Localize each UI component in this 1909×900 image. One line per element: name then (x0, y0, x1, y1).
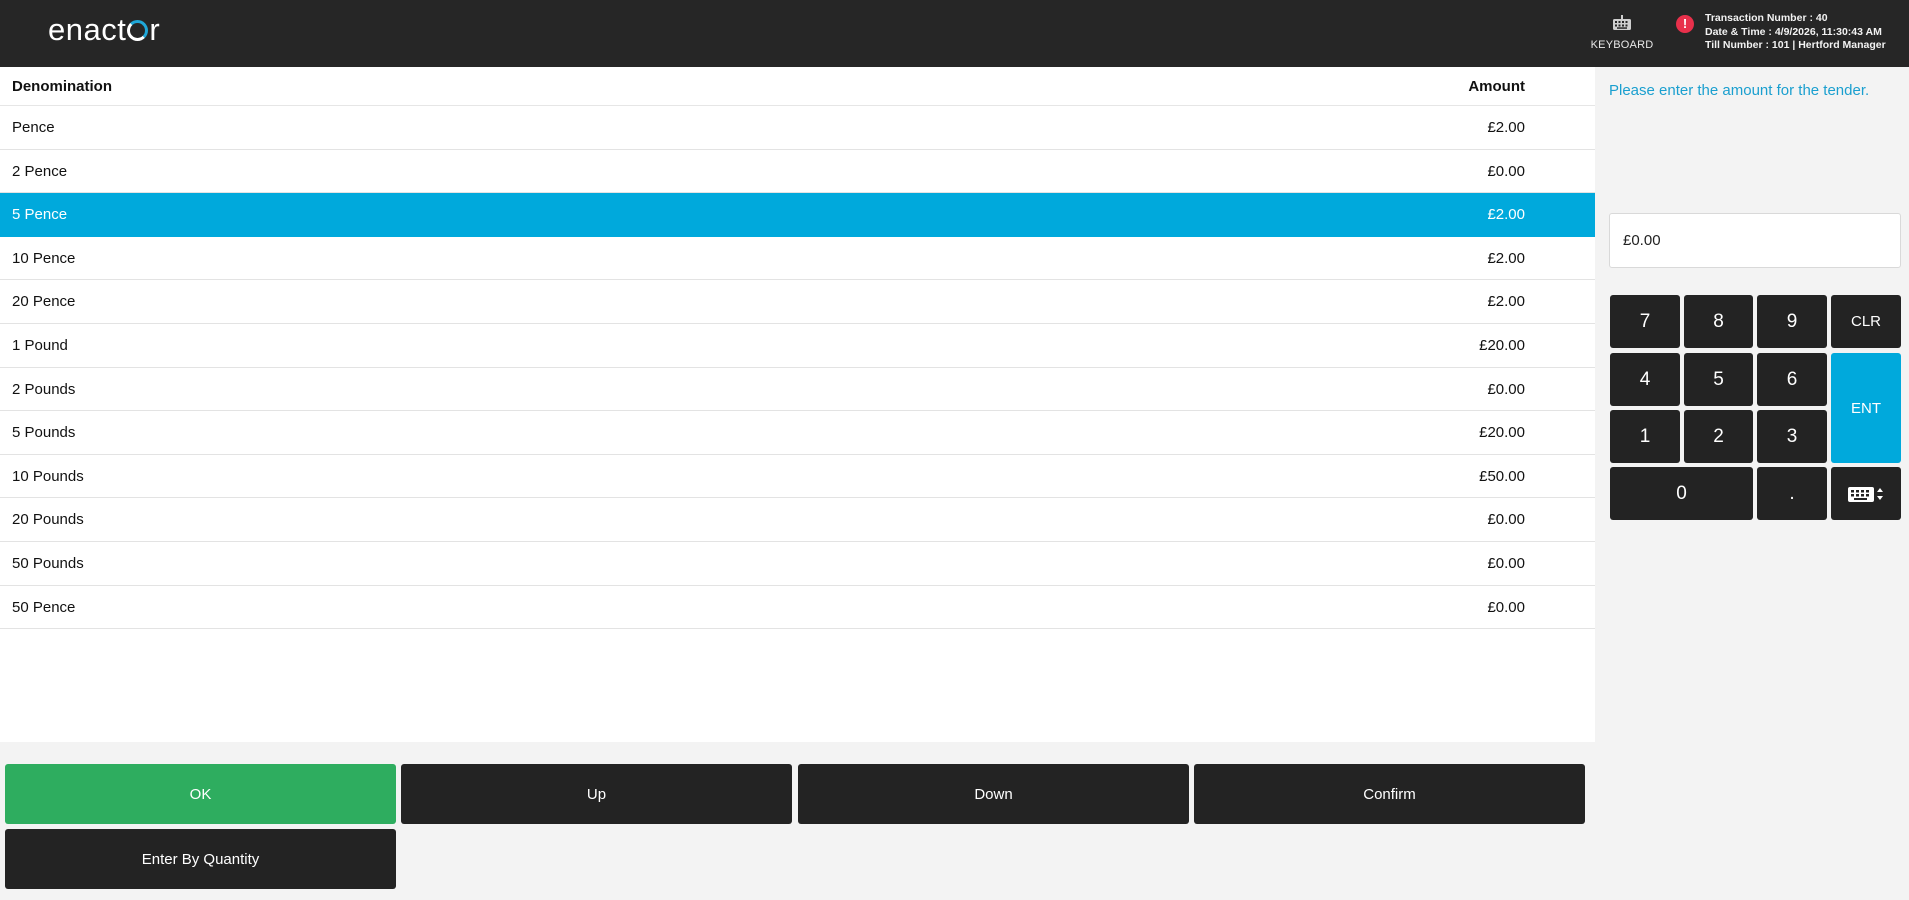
amount-cell: £2.00 (1487, 119, 1525, 136)
column-header-amount: Amount (1468, 78, 1525, 95)
tender-prompt: Please enter the amount for the tender. (1609, 82, 1870, 99)
key-1[interactable]: 1 (1610, 410, 1680, 463)
amount-cell: £0.00 (1487, 380, 1525, 398)
alert-icon[interactable]: ! (1676, 15, 1694, 33)
keyboard-toggle-key[interactable] (1831, 467, 1901, 520)
key-8[interactable]: 8 (1684, 295, 1753, 348)
table-row[interactable]: 5 Pence £2.00 (0, 193, 1595, 237)
table-row[interactable]: 2 Pounds £0.00 (0, 368, 1595, 412)
table-header: Denomination Amount (0, 67, 1595, 106)
denomination-cell: 5 Pence (12, 206, 68, 224)
keyboard-label: KEYBOARD (1590, 39, 1654, 51)
denomination-cell: 10 Pounds (12, 467, 84, 485)
table-row[interactable]: 10 Pence £2.00 (0, 237, 1595, 281)
key-4[interactable]: 4 (1610, 353, 1680, 406)
table-row[interactable]: Pence £2.00 (0, 106, 1595, 150)
table-row[interactable]: 20 Pence £2.00 (0, 280, 1595, 324)
up-button[interactable]: Up (401, 764, 792, 824)
enter-by-quantity-button[interactable]: Enter By Quantity (5, 829, 396, 889)
amount-cell: £20.00 (1479, 424, 1525, 442)
key-decimal[interactable]: . (1757, 467, 1827, 520)
key-3[interactable]: 3 (1757, 410, 1827, 463)
till-number: Till Number : 101 | Hertford Manager (1705, 39, 1886, 51)
down-button[interactable]: Down (798, 764, 1189, 824)
amount-cell: £2.00 (1487, 249, 1525, 267)
table-body: Pence £2.00 2 Pence £0.00 5 Pence £2.00 10 Pen… (0, 106, 1595, 630)
denomination-cell: 2 Pence (12, 162, 68, 180)
table-row[interactable]: 5 Pounds £20.00 (0, 411, 1595, 455)
denomination-cell: 20 Pence (12, 293, 76, 311)
denomination-cell: 2 Pounds (12, 380, 76, 398)
key-6[interactable]: 6 (1757, 353, 1827, 406)
table-row[interactable]: 1 Pound £20.00 (0, 324, 1595, 368)
confirm-button[interactable]: Confirm (1194, 764, 1585, 824)
enter-key[interactable]: ENT (1831, 353, 1901, 463)
keyboard-icon (1613, 15, 1631, 30)
table-row[interactable]: 2 Pence £0.00 (0, 150, 1595, 194)
denomination-cell: 20 Pounds (12, 511, 84, 529)
table-row[interactable]: 50 Pounds £0.00 (0, 542, 1595, 586)
amount-cell: £50.00 (1479, 467, 1525, 485)
denomination-cell: 1 Pound (12, 336, 68, 354)
key-5[interactable]: 5 (1684, 353, 1753, 406)
amount-cell: £0.00 (1487, 511, 1525, 529)
keyboard-toggle-icon (1848, 486, 1883, 502)
key-0[interactable]: 0 (1610, 467, 1753, 520)
denomination-cell: Pence (12, 119, 55, 136)
table-row[interactable]: 20 Pounds £0.00 (0, 498, 1595, 542)
clear-key[interactable]: CLR (1831, 295, 1901, 348)
table-row[interactable]: 10 Pounds £50.00 (0, 455, 1595, 499)
denomination-cell: 50 Pence (12, 598, 76, 616)
key-9[interactable]: 9 (1757, 295, 1827, 348)
denomination-cell: 10 Pence (12, 249, 76, 267)
amount-input[interactable] (1609, 213, 1901, 268)
transaction-info: Transaction Number : 40 Date & Time : 4/… (1705, 12, 1886, 53)
denomination-table: Denomination Amount Pence £2.00 2 Pence £0.… (0, 67, 1595, 742)
date-time: Date & Time : 4/9/2026, 11:30:43 AM (1705, 25, 1882, 38)
top-bar: enactorenactr KEYBOARD ! Transaction Num… (0, 0, 1909, 67)
tender-panel: Please enter the amount for the tender. … (1595, 67, 1909, 900)
table-row[interactable]: 50 Pence £0.00 (0, 586, 1595, 630)
amount-cell: £0.00 (1487, 162, 1525, 180)
column-header-denomination: Denomination (12, 78, 112, 95)
key-7[interactable]: 7 (1610, 295, 1680, 348)
amount-cell: £20.00 (1479, 336, 1525, 354)
amount-cell: £2.00 (1487, 206, 1525, 224)
keyboard-button[interactable]: KEYBOARD (1586, 14, 1658, 56)
ok-button[interactable]: OK (5, 764, 396, 824)
amount-cell: £0.00 (1487, 598, 1525, 616)
enactor-logo: enactorenactr (48, 12, 161, 47)
amount-cell: £2.00 (1487, 293, 1525, 311)
amount-cell: £0.00 (1487, 554, 1525, 572)
transaction-number: Transaction Number : 40 (1705, 12, 1828, 24)
denomination-cell: 5 Pounds (12, 424, 76, 442)
denomination-cell: 50 Pounds (12, 554, 84, 572)
key-2[interactable]: 2 (1684, 410, 1753, 463)
